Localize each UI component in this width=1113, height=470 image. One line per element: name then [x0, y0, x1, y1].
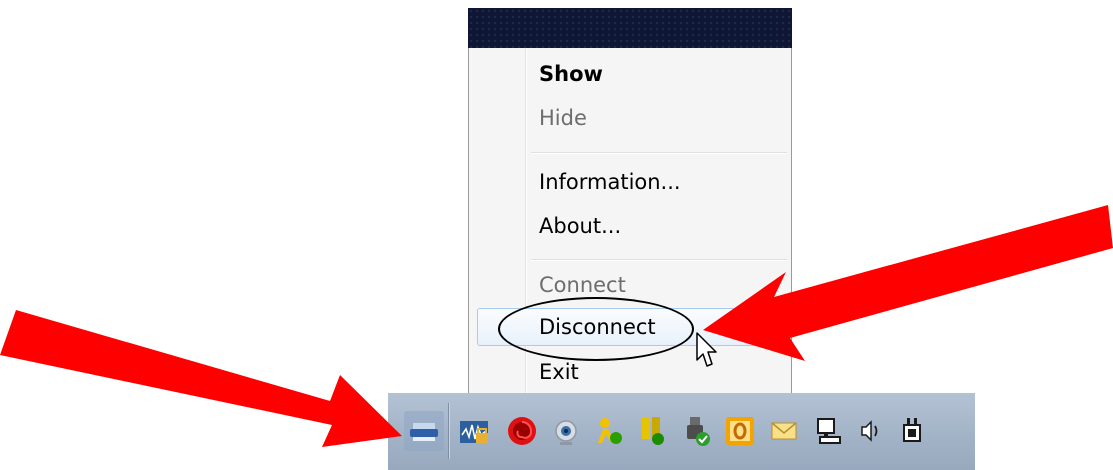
disconnect-highlight-ellipse	[498, 297, 694, 361]
menu-item-connect: Connect	[539, 273, 626, 297]
red-arrow-left	[0, 310, 402, 447]
network-icon[interactable]	[812, 415, 844, 447]
tray-separator	[448, 403, 450, 459]
shield-status-icon[interactable]	[636, 415, 668, 447]
vpn-client-icon[interactable]	[404, 411, 444, 451]
wireless-network-icon[interactable]	[458, 415, 490, 447]
red-spiral-icon[interactable]	[506, 415, 538, 447]
volume-icon[interactable]	[854, 415, 886, 447]
messenger-user-icon[interactable]	[592, 415, 624, 447]
mail-envelope-icon[interactable]	[768, 415, 800, 447]
menu-item-information[interactable]: Information...	[539, 168, 681, 196]
menu-item-about[interactable]: About...	[539, 212, 621, 240]
power-plug-icon[interactable]	[896, 415, 928, 447]
usb-device-ok-icon[interactable]	[680, 415, 712, 447]
menu-item-show[interactable]: Show	[539, 60, 603, 88]
outlook-icon[interactable]	[724, 415, 756, 447]
menu-separator	[531, 259, 787, 261]
menu-item-hide: Hide	[539, 106, 587, 130]
screenshot-stage: Show Hide Information... About... Connec…	[0, 0, 1113, 470]
menu-item-exit[interactable]: Exit	[539, 358, 579, 386]
taskbar-notification-area	[388, 393, 975, 470]
menu-separator	[531, 152, 787, 154]
webcam-icon[interactable]	[550, 415, 582, 447]
app-window-header-strip	[468, 8, 792, 48]
